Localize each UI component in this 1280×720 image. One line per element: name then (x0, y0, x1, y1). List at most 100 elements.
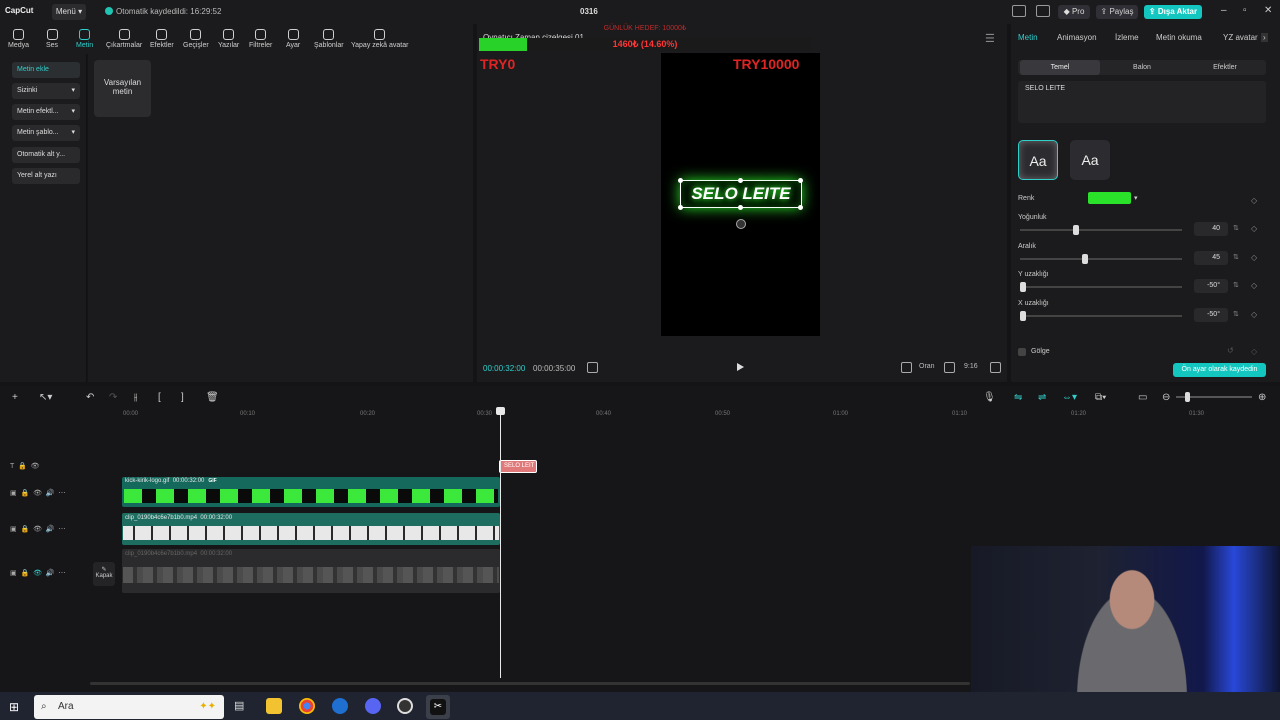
resize-handle[interactable] (738, 205, 743, 210)
x-offset-slider-track[interactable] (1020, 315, 1182, 317)
rotate-icon[interactable] (736, 219, 746, 229)
link-icon[interactable]: ⇌ (1038, 392, 1046, 403)
aspect-button[interactable]: 9:16 (964, 363, 978, 370)
keyframe-icon[interactable]: ◇ (1251, 196, 1257, 205)
add-icon[interactable]: + (12, 392, 18, 403)
text-content-field[interactable]: SELO LEITE (1018, 81, 1266, 123)
subtitle-icon[interactable]: ▭ (1138, 392, 1147, 403)
nav-local-captions[interactable]: Yerel alt yazı (12, 168, 80, 184)
nav-add-text[interactable]: Metin ekle (12, 62, 80, 78)
video-track-controls[interactable]: ▣ 🔒 👁 🔊 ⋯ (10, 525, 66, 533)
stepper-icon[interactable]: ⇅ (1233, 224, 1239, 232)
resize-handle[interactable] (798, 205, 803, 210)
tool-templates[interactable]: Şablonlar (314, 29, 344, 49)
split-left-icon[interactable]: [ (158, 392, 161, 403)
x-offset-value[interactable]: -50° (1194, 308, 1228, 322)
split-right-icon[interactable]: ] (181, 392, 184, 403)
capcut-taskbar-button[interactable]: ✂ (426, 695, 450, 719)
spacing-slider-track[interactable] (1020, 258, 1182, 260)
magnet-icon[interactable]: ⇋ (1014, 392, 1022, 403)
y-offset-slider-track[interactable] (1020, 286, 1182, 288)
time-ruler[interactable] (122, 408, 1272, 420)
nav-auto-captions[interactable]: Otomatik alt y... (12, 147, 80, 163)
playhead[interactable] (500, 410, 501, 678)
opacity-slider-knob[interactable] (1073, 225, 1079, 235)
save-preset-button[interactable]: Ön ayar olarak kaydedin (1173, 363, 1266, 377)
resize-handle[interactable] (678, 205, 683, 210)
export-button[interactable]: ⇪ Dışa Aktar (1144, 5, 1202, 19)
keyframe-icon[interactable]: ◇ (1251, 347, 1257, 356)
tool-adjust[interactable]: Ayar (286, 29, 300, 49)
project-title[interactable]: 0316 (580, 7, 598, 16)
stepper-icon[interactable]: ⇅ (1233, 253, 1239, 261)
pro-button[interactable]: ◆ Pro (1058, 5, 1090, 19)
maximize-icon[interactable]: ▫ (1243, 5, 1247, 16)
split-icon[interactable]: ⫲ (134, 392, 137, 403)
tool-effects[interactable]: Efektler (150, 29, 174, 49)
chevron-down-icon[interactable]: ▾ (1134, 194, 1138, 202)
taskbar-search[interactable]: ⌕ Ara ✦✦ (34, 695, 224, 719)
obs-icon[interactable] (397, 698, 413, 714)
style-preset-default[interactable]: Aa (1070, 140, 1110, 180)
cover-button[interactable]: ✎ Kapak (93, 562, 115, 586)
timeline-scrollbar[interactable] (90, 682, 970, 685)
gif-clip[interactable]: kick-kirik-logo.gif 00:00:32:00 GIF (122, 477, 500, 507)
tab-text-to-speech[interactable]: Metin okuma (1156, 33, 1202, 42)
stepper-icon[interactable]: ⇅ (1233, 310, 1239, 318)
undo-icon[interactable]: ↶ (86, 392, 94, 403)
text-clip[interactable]: SELO LEIT (499, 460, 537, 473)
reset-icon[interactable]: ↺ (1227, 346, 1234, 355)
main-video-clip[interactable]: clip_0190b4c6e7b1b0.mp4 00:00:32:00 (122, 549, 500, 593)
tool-media[interactable]: Medya (8, 29, 29, 49)
chrome-icon[interactable] (299, 698, 315, 714)
video-clip[interactable]: clip_0190b4c6e7b1b0.mp4 00:00:32:00 (122, 513, 500, 545)
preview-axis-icon[interactable]: ⇔▾ (1062, 392, 1077, 403)
microphone-icon[interactable]: 🎙 (983, 392, 996, 403)
subtab-effects[interactable]: Efektler (1185, 60, 1265, 75)
spacing-value[interactable]: 45 (1194, 251, 1228, 265)
shadow-checkbox[interactable] (1018, 348, 1026, 356)
resize-handle[interactable] (678, 178, 683, 183)
app-c-icon[interactable] (332, 698, 348, 714)
tool-captions[interactable]: Yazılar (218, 29, 239, 49)
menu-button[interactable]: Menü ▾ (52, 4, 86, 20)
stepper-icon[interactable]: ⇅ (1233, 281, 1239, 289)
chevron-right-icon[interactable]: › (1261, 33, 1268, 42)
share-button[interactable]: ⇪ Paylaş (1096, 5, 1138, 19)
keyframe-icon[interactable]: ◇ (1251, 310, 1257, 319)
windows-start-icon[interactable]: ⊞ (9, 700, 19, 714)
select-cursor-icon[interactable]: ↖▾ (39, 392, 52, 403)
snap-icon[interactable]: ⧉▾ (1095, 392, 1106, 403)
overlay-text[interactable]: SELO LEITE (680, 184, 802, 204)
hamburger-icon[interactable]: ☰ (985, 32, 995, 45)
file-explorer-icon[interactable] (266, 698, 282, 714)
main-track-controls[interactable]: ▣ 🔒 👁 🔊 ⋯ (10, 569, 66, 577)
color-swatch[interactable] (1088, 192, 1131, 204)
redo-icon[interactable]: ↷ (109, 392, 117, 403)
shadow-label[interactable]: Gölge (1031, 348, 1050, 355)
tool-ai-avatar[interactable]: Yapay zekâ avatar (351, 29, 408, 49)
resize-handle[interactable] (738, 178, 743, 183)
tool-stickers[interactable]: Çıkartmalar (106, 29, 142, 49)
timeline-grid-icon[interactable] (587, 362, 598, 373)
y-offset-slider-knob[interactable] (1020, 282, 1026, 292)
expand-icon[interactable] (990, 362, 1001, 373)
layout-icon[interactable] (1012, 5, 1026, 17)
zoom-in-icon[interactable]: ⊕ (1258, 392, 1266, 403)
tool-filters[interactable]: Filtreler (249, 29, 272, 49)
ratio-button[interactable]: Oran (919, 363, 935, 370)
y-offset-value[interactable]: -50° (1194, 279, 1228, 293)
default-text-card[interactable]: Varsayılan metin (94, 60, 151, 117)
fullscreen-preview-icon[interactable] (944, 362, 955, 373)
playhead-handle[interactable] (496, 407, 505, 415)
subtab-basic[interactable]: Temel (1020, 60, 1100, 75)
tab-text[interactable]: Metin (1018, 33, 1038, 42)
minimize-icon[interactable]: – (1221, 5, 1227, 16)
nav-text-templates[interactable]: Metin şablo... ▾ (12, 125, 80, 141)
resize-handle[interactable] (798, 178, 803, 183)
text-track-controls[interactable]: T 🔒 👁 (10, 462, 40, 470)
spacing-slider-knob[interactable] (1082, 254, 1088, 264)
crop-icon[interactable] (901, 362, 912, 373)
opacity-value[interactable]: 40 (1194, 222, 1228, 236)
discord-icon[interactable] (365, 698, 381, 714)
